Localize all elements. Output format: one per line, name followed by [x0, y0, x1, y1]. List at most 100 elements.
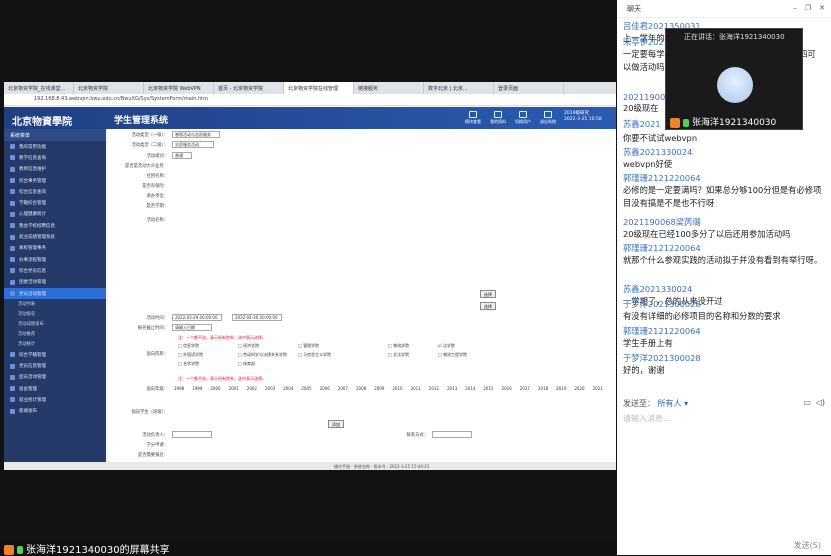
- year-option[interactable]: 2018: [538, 386, 548, 391]
- message-sender[interactable]: 2021190068梁芮璐: [623, 216, 823, 228]
- year-option[interactable]: 2005: [301, 386, 311, 391]
- sidebar-item[interactable]: 我会学校招聘信息: [4, 220, 106, 231]
- minimize-icon[interactable]: –: [793, 4, 797, 12]
- start-time-input[interactable]: 2022-03-29 00:00:00: [172, 314, 222, 321]
- leader-input[interactable]: [172, 431, 212, 438]
- sidebar-item[interactable]: 综合信息查询: [4, 186, 106, 197]
- select-button[interactable]: 选择: [480, 302, 496, 310]
- browser-tab[interactable]: 北京物资学院: [74, 82, 144, 94]
- activity-type-2-select[interactable]: 志愿服务活动: [172, 141, 214, 148]
- address-bar[interactable]: 192.168.8.43.webvpn.bwu.edu.cn/BwuXG/Sys…: [4, 94, 616, 106]
- school-option[interactable]: □ 马克思主义学院: [298, 352, 331, 358]
- school-option[interactable]: □ 艺术学院: [178, 361, 199, 367]
- activity-type-1-select[interactable]: 感恩活动与志愿服务: [172, 131, 220, 138]
- activity-level-select[interactable]: 普通: [172, 152, 192, 159]
- sidebar-subitem[interactable]: 活动推荐: [4, 329, 106, 339]
- select-button[interactable]: 选择: [480, 290, 496, 298]
- sidebar-item[interactable]: 教师信息维护: [4, 164, 106, 175]
- sidebar-item[interactable]: 综合事务管理: [4, 175, 106, 186]
- message-sender[interactable]: 郭瑾珊2121220064: [623, 172, 823, 184]
- year-option[interactable]: 2001: [229, 386, 239, 391]
- message-sender[interactable]: 苏鑫2021330024: [623, 283, 823, 295]
- sidebar-item[interactable]: 学籍综合管理: [4, 197, 106, 208]
- end-time-input[interactable]: 2022-04-30 00:00:00: [232, 314, 282, 321]
- sidebar-item[interactable]: 党员信息管理: [4, 360, 106, 371]
- add-button[interactable]: 添加: [328, 420, 344, 428]
- close-icon[interactable]: ✕: [819, 4, 825, 12]
- speaker-icon[interactable]: ◁): [816, 398, 825, 407]
- year-option[interactable]: 2012: [429, 386, 439, 391]
- year-option[interactable]: 2000: [210, 386, 220, 391]
- school-option[interactable]: □ 外国语学院: [178, 352, 203, 358]
- sidebar-item[interactable]: 综合学籍管理: [4, 349, 106, 360]
- year-option[interactable]: 2016: [502, 386, 512, 391]
- my-profile-button[interactable]: 我的资料: [489, 111, 507, 125]
- year-option[interactable]: 2004: [283, 386, 293, 391]
- sidebar-subitem[interactable]: 活动报名: [4, 309, 106, 319]
- message-sender[interactable]: 郭瑾珊2121220064: [623, 325, 823, 337]
- message-sender[interactable]: 于梦洋2021300028: [623, 352, 823, 364]
- browser-tab-active[interactable]: 北京物资学院在线管理: [284, 82, 354, 94]
- sidebar-item[interactable]: 综合党员信息: [4, 265, 106, 276]
- sidebar-item[interactable]: 离校管理事务: [4, 243, 106, 254]
- message-sender[interactable]: 苏鑫2021330024: [623, 146, 823, 158]
- sidebar-item[interactable]: 宿舍管理: [4, 383, 106, 394]
- deadline-input[interactable]: 请输入日期: [172, 324, 212, 331]
- send-button[interactable]: 发送(S): [794, 540, 821, 551]
- year-option[interactable]: 2006: [320, 386, 330, 391]
- sidebar-subitem[interactable]: 活动成绩发布: [4, 319, 106, 329]
- message-sender[interactable]: 于梦洋2021300028: [623, 298, 823, 310]
- year-option[interactable]: 1998: [174, 386, 184, 391]
- sidebar-item[interactable]: 教学信息查询: [4, 152, 106, 163]
- year-option[interactable]: 2021: [593, 386, 603, 391]
- restore-icon[interactable]: ❐: [805, 4, 811, 12]
- school-option[interactable]: □ 物流学院: [388, 343, 409, 349]
- phone-input[interactable]: [432, 431, 472, 438]
- school-option[interactable]: □ 物流工程学院: [438, 352, 467, 358]
- school-option[interactable]: □ 信息学院: [178, 343, 199, 349]
- school-option[interactable]: □ 管理学院: [298, 343, 319, 349]
- sidebar-subitem[interactable]: 活动列表: [4, 299, 106, 309]
- folder-icon[interactable]: ▭: [803, 398, 811, 407]
- sidebar-item[interactable]: 新闻发布: [4, 406, 106, 417]
- year-option[interactable]: 2010: [392, 386, 402, 391]
- year-option[interactable]: 2015: [483, 386, 493, 391]
- year-option[interactable]: 2019: [556, 386, 566, 391]
- send-to-dropdown[interactable]: 所有人: [658, 399, 682, 408]
- sidebar-item[interactable]: 就业成绩管理系统: [4, 231, 106, 242]
- browser-tab[interactable]: 北京物资学院 WebVPN: [144, 82, 214, 94]
- year-option[interactable]: 2013: [447, 386, 457, 391]
- school-option[interactable]: □ 文法学院: [388, 352, 409, 358]
- message-input[interactable]: 请输入消息...: [623, 413, 671, 424]
- year-option[interactable]: 2014: [465, 386, 475, 391]
- school-option[interactable]: □ 劳动科学与法律关系学院: [238, 352, 287, 358]
- sidebar-item[interactable]: 我的常用功能: [4, 141, 106, 152]
- school-option[interactable]: □ 经济学院: [238, 343, 259, 349]
- year-option[interactable]: 2003: [265, 386, 275, 391]
- switch-user-button[interactable]: 切换用户: [514, 111, 532, 125]
- logout-button[interactable]: 退出系统: [539, 111, 557, 125]
- year-option[interactable]: 2011: [411, 386, 421, 391]
- browser-tab[interactable]: 链接服务: [354, 82, 424, 94]
- school-option[interactable]: ☑ 法学院: [438, 343, 455, 349]
- message-sender[interactable]: 郭瑾珊2121220064: [623, 242, 823, 254]
- year-option[interactable]: 1999: [192, 386, 202, 391]
- school-option[interactable]: □ 体育部: [238, 361, 255, 367]
- browser-tab[interactable]: 北京物资学院_在线课堂...: [4, 82, 74, 94]
- year-option[interactable]: 2007: [338, 386, 348, 391]
- year-option[interactable]: 2008: [356, 386, 366, 391]
- sidebar-item-active[interactable]: 党员活动管理: [4, 287, 106, 300]
- browser-tab[interactable]: 登录页面: [494, 82, 564, 94]
- module-view-button[interactable]: 模块查看: [464, 111, 482, 125]
- browser-tab[interactable]: 数字北京 | 北京...: [424, 82, 494, 94]
- sidebar-subitem[interactable]: 活动统计: [4, 339, 106, 349]
- sidebar-item[interactable]: 办事流程管理: [4, 254, 106, 265]
- sidebar-item[interactable]: 心理健康统计: [4, 209, 106, 220]
- sidebar-item[interactable]: 团员活动管理: [4, 372, 106, 383]
- year-option[interactable]: 2002: [247, 386, 257, 391]
- sidebar-item[interactable]: 团委活动管理: [4, 277, 106, 288]
- year-option[interactable]: 2020: [574, 386, 584, 391]
- year-option[interactable]: 2017: [520, 386, 530, 391]
- sidebar-item[interactable]: 就业统计管理: [4, 394, 106, 405]
- browser-tab[interactable]: 首页 - 北京物资学院: [214, 82, 284, 94]
